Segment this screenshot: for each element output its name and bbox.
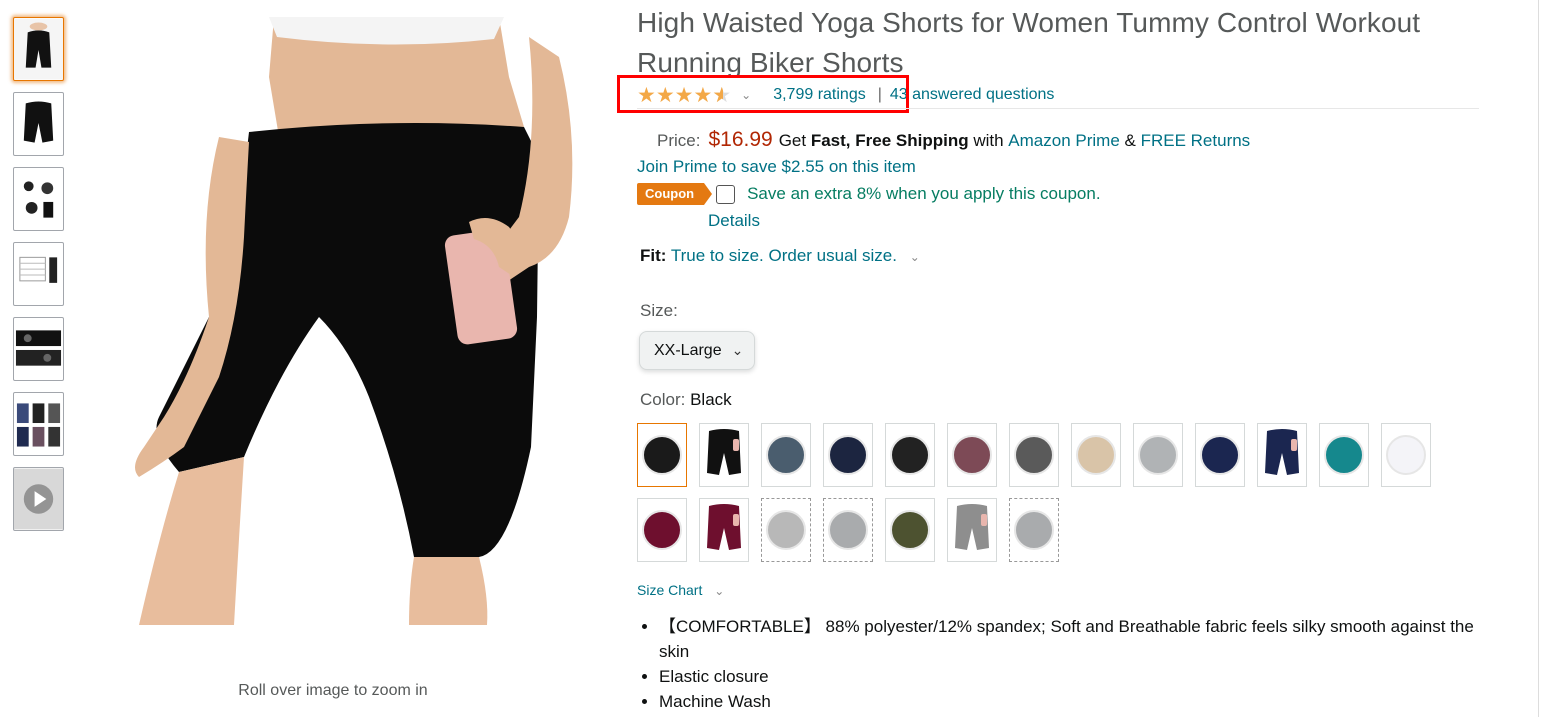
swatch-dot (1324, 435, 1364, 475)
thumbnail-1[interactable] (13, 17, 64, 81)
coupon-row: Coupon Save an extra 8% when you apply t… (637, 183, 1101, 205)
swatch-thumbnail (701, 425, 747, 485)
color-swatch-leopard[interactable] (1071, 423, 1121, 487)
color-swatch-grey-unavailable-2[interactable] (823, 498, 873, 562)
thumbnail-strip (13, 17, 65, 542)
color-swatch-teal[interactable] (1319, 423, 1369, 487)
color-swatch-burgundy[interactable] (637, 498, 687, 562)
color-swatch-olive[interactable] (885, 498, 935, 562)
swatch-thumbnail (701, 500, 747, 560)
thumbnail-3[interactable] (13, 167, 64, 231)
swatch-dot (1138, 435, 1178, 475)
fit-label: Fit: (640, 246, 667, 265)
color-swatch-charcoal[interactable] (1009, 423, 1059, 487)
color-swatch-black[interactable] (637, 423, 687, 487)
color-swatch-mauve[interactable] (947, 423, 997, 487)
color-swatch-grey-unavailable-1[interactable] (761, 498, 811, 562)
color-swatch-white[interactable] (1381, 423, 1431, 487)
color-swatch-black-pocket[interactable] (699, 423, 749, 487)
price-label: Price: (657, 131, 701, 150)
swatch-thumbnail (949, 500, 995, 560)
swatch-dot (952, 435, 992, 475)
thumbnail-5[interactable] (13, 317, 64, 381)
color-swatch-grey-unavailable-3[interactable] (1009, 498, 1059, 562)
color-label-text: Color: (640, 390, 686, 409)
chevron-down-icon: ⌄ (731, 342, 744, 358)
fit-row: Fit: True to size. Order usual size. ⌄ (640, 246, 920, 266)
swatch-dot (766, 510, 806, 550)
page-edge-divider (1538, 0, 1539, 717)
color-selected: Black (690, 390, 732, 409)
swatch-dot (1076, 435, 1116, 475)
coupon-badge: Coupon (637, 183, 713, 205)
color-swatch-navy-pocket[interactable] (1257, 423, 1307, 487)
fit-value-link[interactable]: True to size. Order usual size. (671, 246, 897, 265)
bullet-item: Machine Wash (659, 689, 1489, 714)
color-swatch-navy-camo[interactable] (823, 423, 873, 487)
color-swatch-burgundy-pocket[interactable] (699, 498, 749, 562)
feature-bullets: 【COMFORTABLE】 88% polyester/12% spandex;… (659, 614, 1489, 714)
color-swatch-grey-pocket[interactable] (947, 498, 997, 562)
color-swatch-camo[interactable] (761, 423, 811, 487)
free-returns-link[interactable]: FREE Returns (1141, 131, 1251, 151)
divider (637, 108, 1479, 109)
amazon-prime-link[interactable]: Amazon Prime (1008, 131, 1119, 151)
size-dropdown[interactable]: XX-Large ⌄ (639, 331, 755, 370)
size-chart-link[interactable]: Size Chart (637, 582, 702, 598)
chevron-down-icon: ⌄ (714, 584, 725, 598)
product-photo (69, 17, 598, 625)
swatch-dot (828, 510, 868, 550)
swatch-thumbnail (1259, 425, 1305, 485)
swatch-dot (642, 435, 682, 475)
color-swatch-light-grey[interactable] (1133, 423, 1183, 487)
join-prime-link[interactable]: Join Prime to save $2.55 on this item (637, 157, 916, 177)
swatch-dot (766, 435, 806, 475)
main-product-image[interactable] (69, 17, 598, 625)
swatch-dot (1386, 435, 1426, 475)
price-value: $16.99 (708, 128, 773, 151)
shipping-text: Fast, Free Shipping (810, 131, 969, 150)
swatch-dot (1200, 435, 1240, 475)
swatch-dot (1014, 435, 1054, 475)
zoom-hint: Roll over image to zoom in (238, 682, 428, 699)
thumbnail-video[interactable] (13, 467, 64, 531)
thumbnail-4[interactable] (13, 242, 64, 306)
get-text: Get (778, 131, 807, 150)
coupon-details-link[interactable]: Details (708, 211, 760, 231)
color-swatch-black-camo[interactable] (885, 423, 935, 487)
thumbnail-2[interactable] (13, 92, 64, 156)
swatch-dot (828, 435, 868, 475)
color-label: Color: Black (640, 390, 732, 410)
swatch-dot (642, 510, 682, 550)
price-row: Price: $16.99 Get Fast, Free Shipping wi… (657, 128, 1250, 152)
size-chart-row[interactable]: Size Chart ⌄ (637, 582, 724, 598)
answered-questions-link[interactable]: 43 answered questions (890, 86, 1055, 104)
coupon-checkbox[interactable] (716, 184, 736, 204)
thumbnail-6[interactable] (13, 392, 64, 456)
product-title: High Waisted Yoga Shorts for Women Tummy… (637, 7, 1421, 78)
size-label: Size: (640, 301, 678, 320)
product-info: High Waisted Yoga Shorts for Women Tummy… (637, 0, 1479, 711)
color-swatch-navy[interactable] (1195, 423, 1245, 487)
swatch-dot (1014, 510, 1054, 550)
amp-text: & (1124, 131, 1136, 150)
bullet-item: Elastic closure (659, 664, 1489, 689)
swatch-dot (890, 435, 930, 475)
bullet-item: 【COMFORTABLE】 88% polyester/12% spandex;… (659, 614, 1489, 664)
swatch-dot (890, 510, 930, 550)
chevron-down-icon[interactable]: ⌄ (910, 250, 920, 264)
with-text: with (973, 131, 1004, 150)
size-selected: XX-Large (654, 341, 722, 359)
coupon-text[interactable]: Save an extra 8% when you apply this cou… (747, 184, 1100, 204)
